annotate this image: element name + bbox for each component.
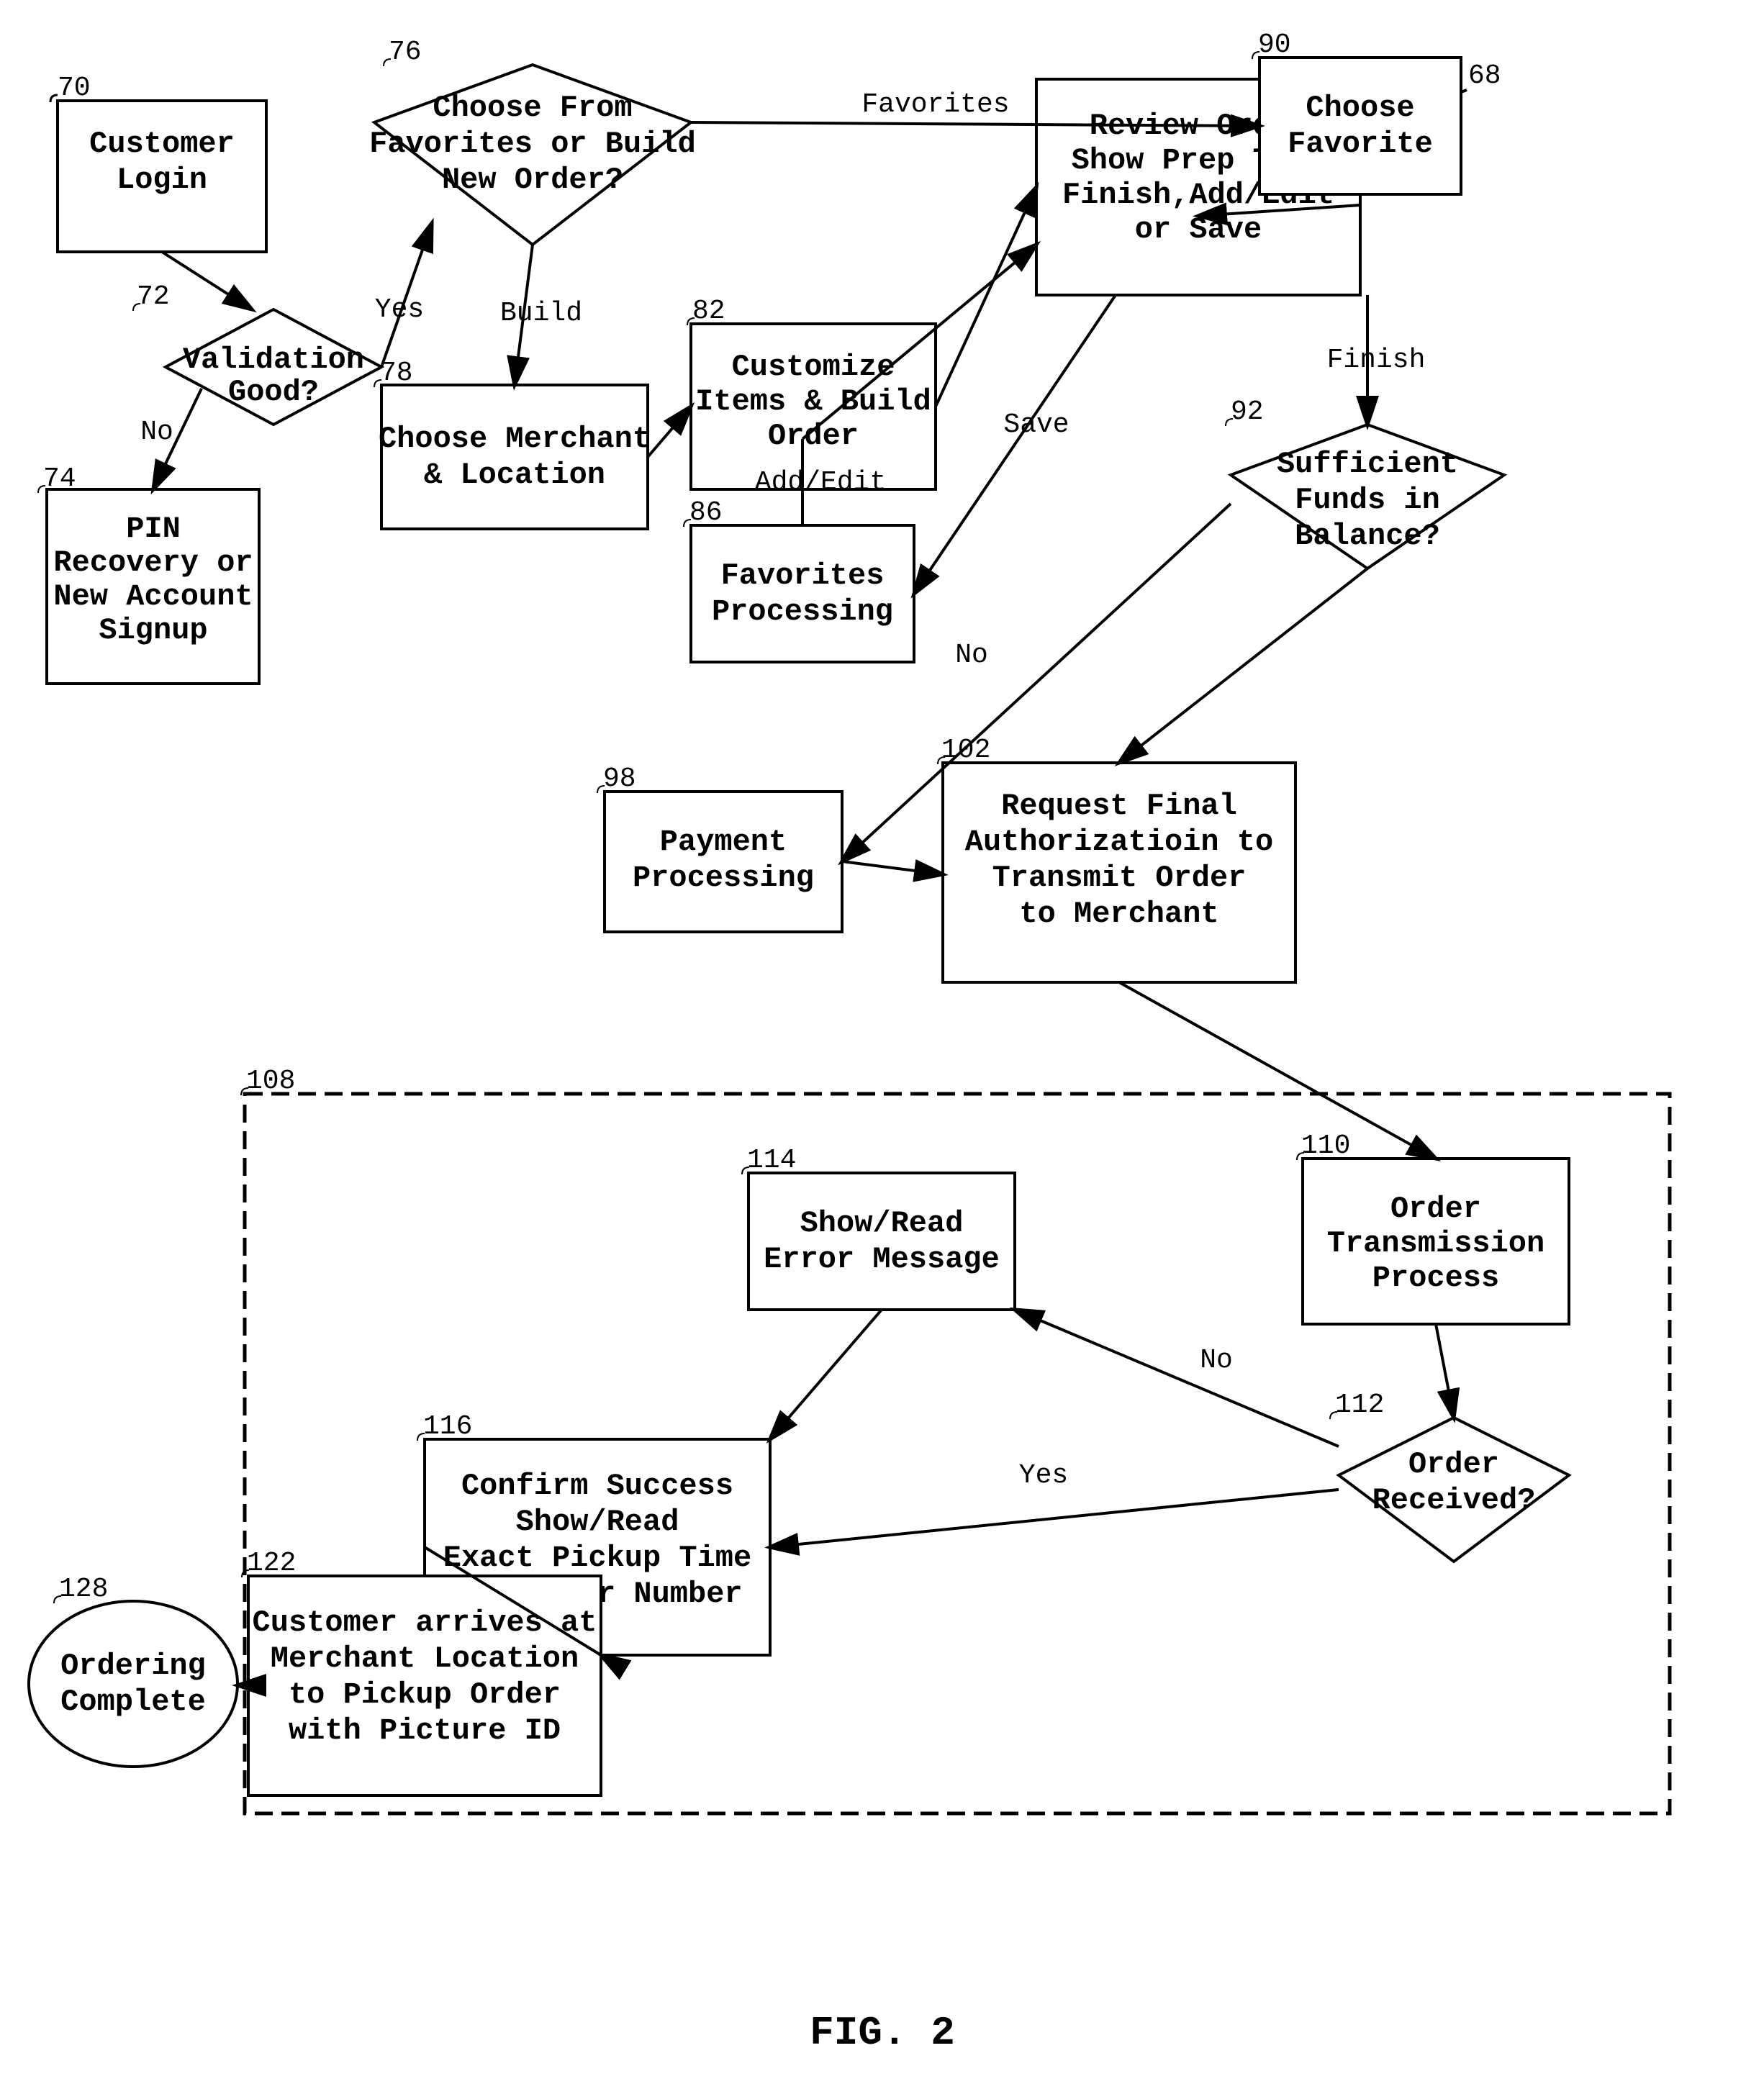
svg-text:Favorites: Favorites (721, 558, 885, 593)
svg-text:Customize: Customize (732, 350, 895, 384)
svg-text:Balance?: Balance? (1295, 519, 1440, 553)
svg-text:Payment: Payment (660, 825, 787, 859)
svg-text:Processing: Processing (633, 861, 814, 895)
svg-text:82: 82 (692, 296, 725, 327)
svg-text:Choose: Choose (1306, 91, 1414, 125)
svg-text:Favorite: Favorite (1288, 127, 1433, 161)
svg-text:92: 92 (1231, 397, 1264, 427)
svg-text:Received?: Received? (1372, 1483, 1536, 1518)
svg-text:Order: Order (1408, 1447, 1499, 1482)
diagram-container: Customer Login 70 Validation Good? 72 PI… (0, 0, 1764, 2080)
svg-text:Request Final: Request Final (1001, 789, 1237, 823)
svg-text:108: 108 (246, 1066, 295, 1097)
svg-text:New Account: New Account (53, 579, 253, 614)
svg-text:Login: Login (117, 163, 207, 197)
svg-text:Signup: Signup (99, 613, 207, 648)
svg-text:& Location: & Location (424, 458, 605, 492)
svg-text:Show/Read: Show/Read (516, 1505, 679, 1539)
svg-text:Validation: Validation (183, 343, 364, 377)
figure-label: FIG. 2 (810, 2010, 955, 2056)
svg-text:Choose Merchant: Choose Merchant (379, 422, 651, 456)
svg-text:86: 86 (689, 497, 723, 528)
svg-text:128: 128 (59, 1574, 108, 1605)
svg-text:Yes: Yes (1019, 1460, 1068, 1491)
svg-text:Add/Edit: Add/Edit (755, 467, 886, 498)
svg-text:Yes: Yes (375, 294, 424, 325)
svg-text:Authorizatioin to: Authorizatioin to (965, 825, 1273, 859)
svg-text:PIN: PIN (126, 512, 181, 546)
svg-text:76: 76 (389, 37, 422, 68)
svg-text:Recovery or: Recovery or (53, 545, 253, 580)
svg-text:Processing: Processing (712, 594, 893, 629)
svg-text:Customer arrives at: Customer arrives at (253, 1605, 597, 1640)
svg-text:Items & Build: Items & Build (695, 384, 931, 419)
svg-text:Exact Pickup Time: Exact Pickup Time (443, 1541, 751, 1575)
svg-text:98: 98 (603, 764, 636, 794)
svg-text:Build: Build (500, 298, 582, 329)
svg-text:114: 114 (747, 1145, 796, 1176)
svg-text:No: No (140, 417, 173, 448)
svg-text:112: 112 (1335, 1390, 1384, 1421)
svg-text:with Picture ID: with Picture ID (289, 1713, 561, 1748)
svg-text:Customer: Customer (89, 127, 235, 161)
svg-text:Transmit Order: Transmit Order (992, 861, 1247, 895)
svg-text:Good?: Good? (228, 375, 319, 409)
svg-text:68: 68 (1468, 60, 1501, 91)
svg-text:or Save: or Save (1135, 212, 1262, 247)
svg-text:Merchant Location: Merchant Location (271, 1641, 579, 1676)
svg-text:Sufficient: Sufficient (1277, 447, 1458, 481)
svg-text:Choose From: Choose From (433, 91, 632, 125)
svg-text:Save: Save (1003, 409, 1069, 440)
svg-text:Favorites: Favorites (861, 89, 1009, 120)
svg-text:Finish: Finish (1327, 345, 1426, 376)
svg-text:110: 110 (1301, 1131, 1350, 1161)
svg-text:Funds in: Funds in (1295, 483, 1440, 517)
svg-text:Order: Order (1390, 1192, 1481, 1226)
svg-text:Favorites or Build: Favorites or Build (369, 127, 696, 161)
svg-text:Process: Process (1372, 1261, 1499, 1295)
svg-text:No: No (1200, 1345, 1233, 1376)
svg-text:Ordering: Ordering (60, 1649, 206, 1683)
svg-text:116: 116 (423, 1411, 472, 1442)
svg-text:102: 102 (941, 735, 990, 766)
svg-text:Complete: Complete (60, 1685, 206, 1719)
svg-text:72: 72 (137, 281, 170, 312)
svg-text:Order: Order (768, 419, 859, 453)
svg-text:Show/Read: Show/Read (800, 1206, 964, 1241)
svg-text:New Order?: New Order? (442, 163, 623, 197)
svg-text:78: 78 (380, 358, 413, 389)
svg-text:70: 70 (58, 73, 91, 104)
svg-text:Confirm Success: Confirm Success (461, 1469, 733, 1503)
svg-text:Error Message: Error Message (764, 1242, 1000, 1277)
svg-text:No: No (955, 640, 988, 671)
svg-text:Transmission: Transmission (1327, 1226, 1544, 1261)
svg-text:to Pickup Order: to Pickup Order (289, 1677, 561, 1712)
svg-text:to Merchant: to Merchant (1019, 897, 1218, 931)
svg-text:74: 74 (43, 463, 76, 494)
svg-text:90: 90 (1258, 30, 1291, 60)
svg-text:122: 122 (247, 1548, 296, 1579)
